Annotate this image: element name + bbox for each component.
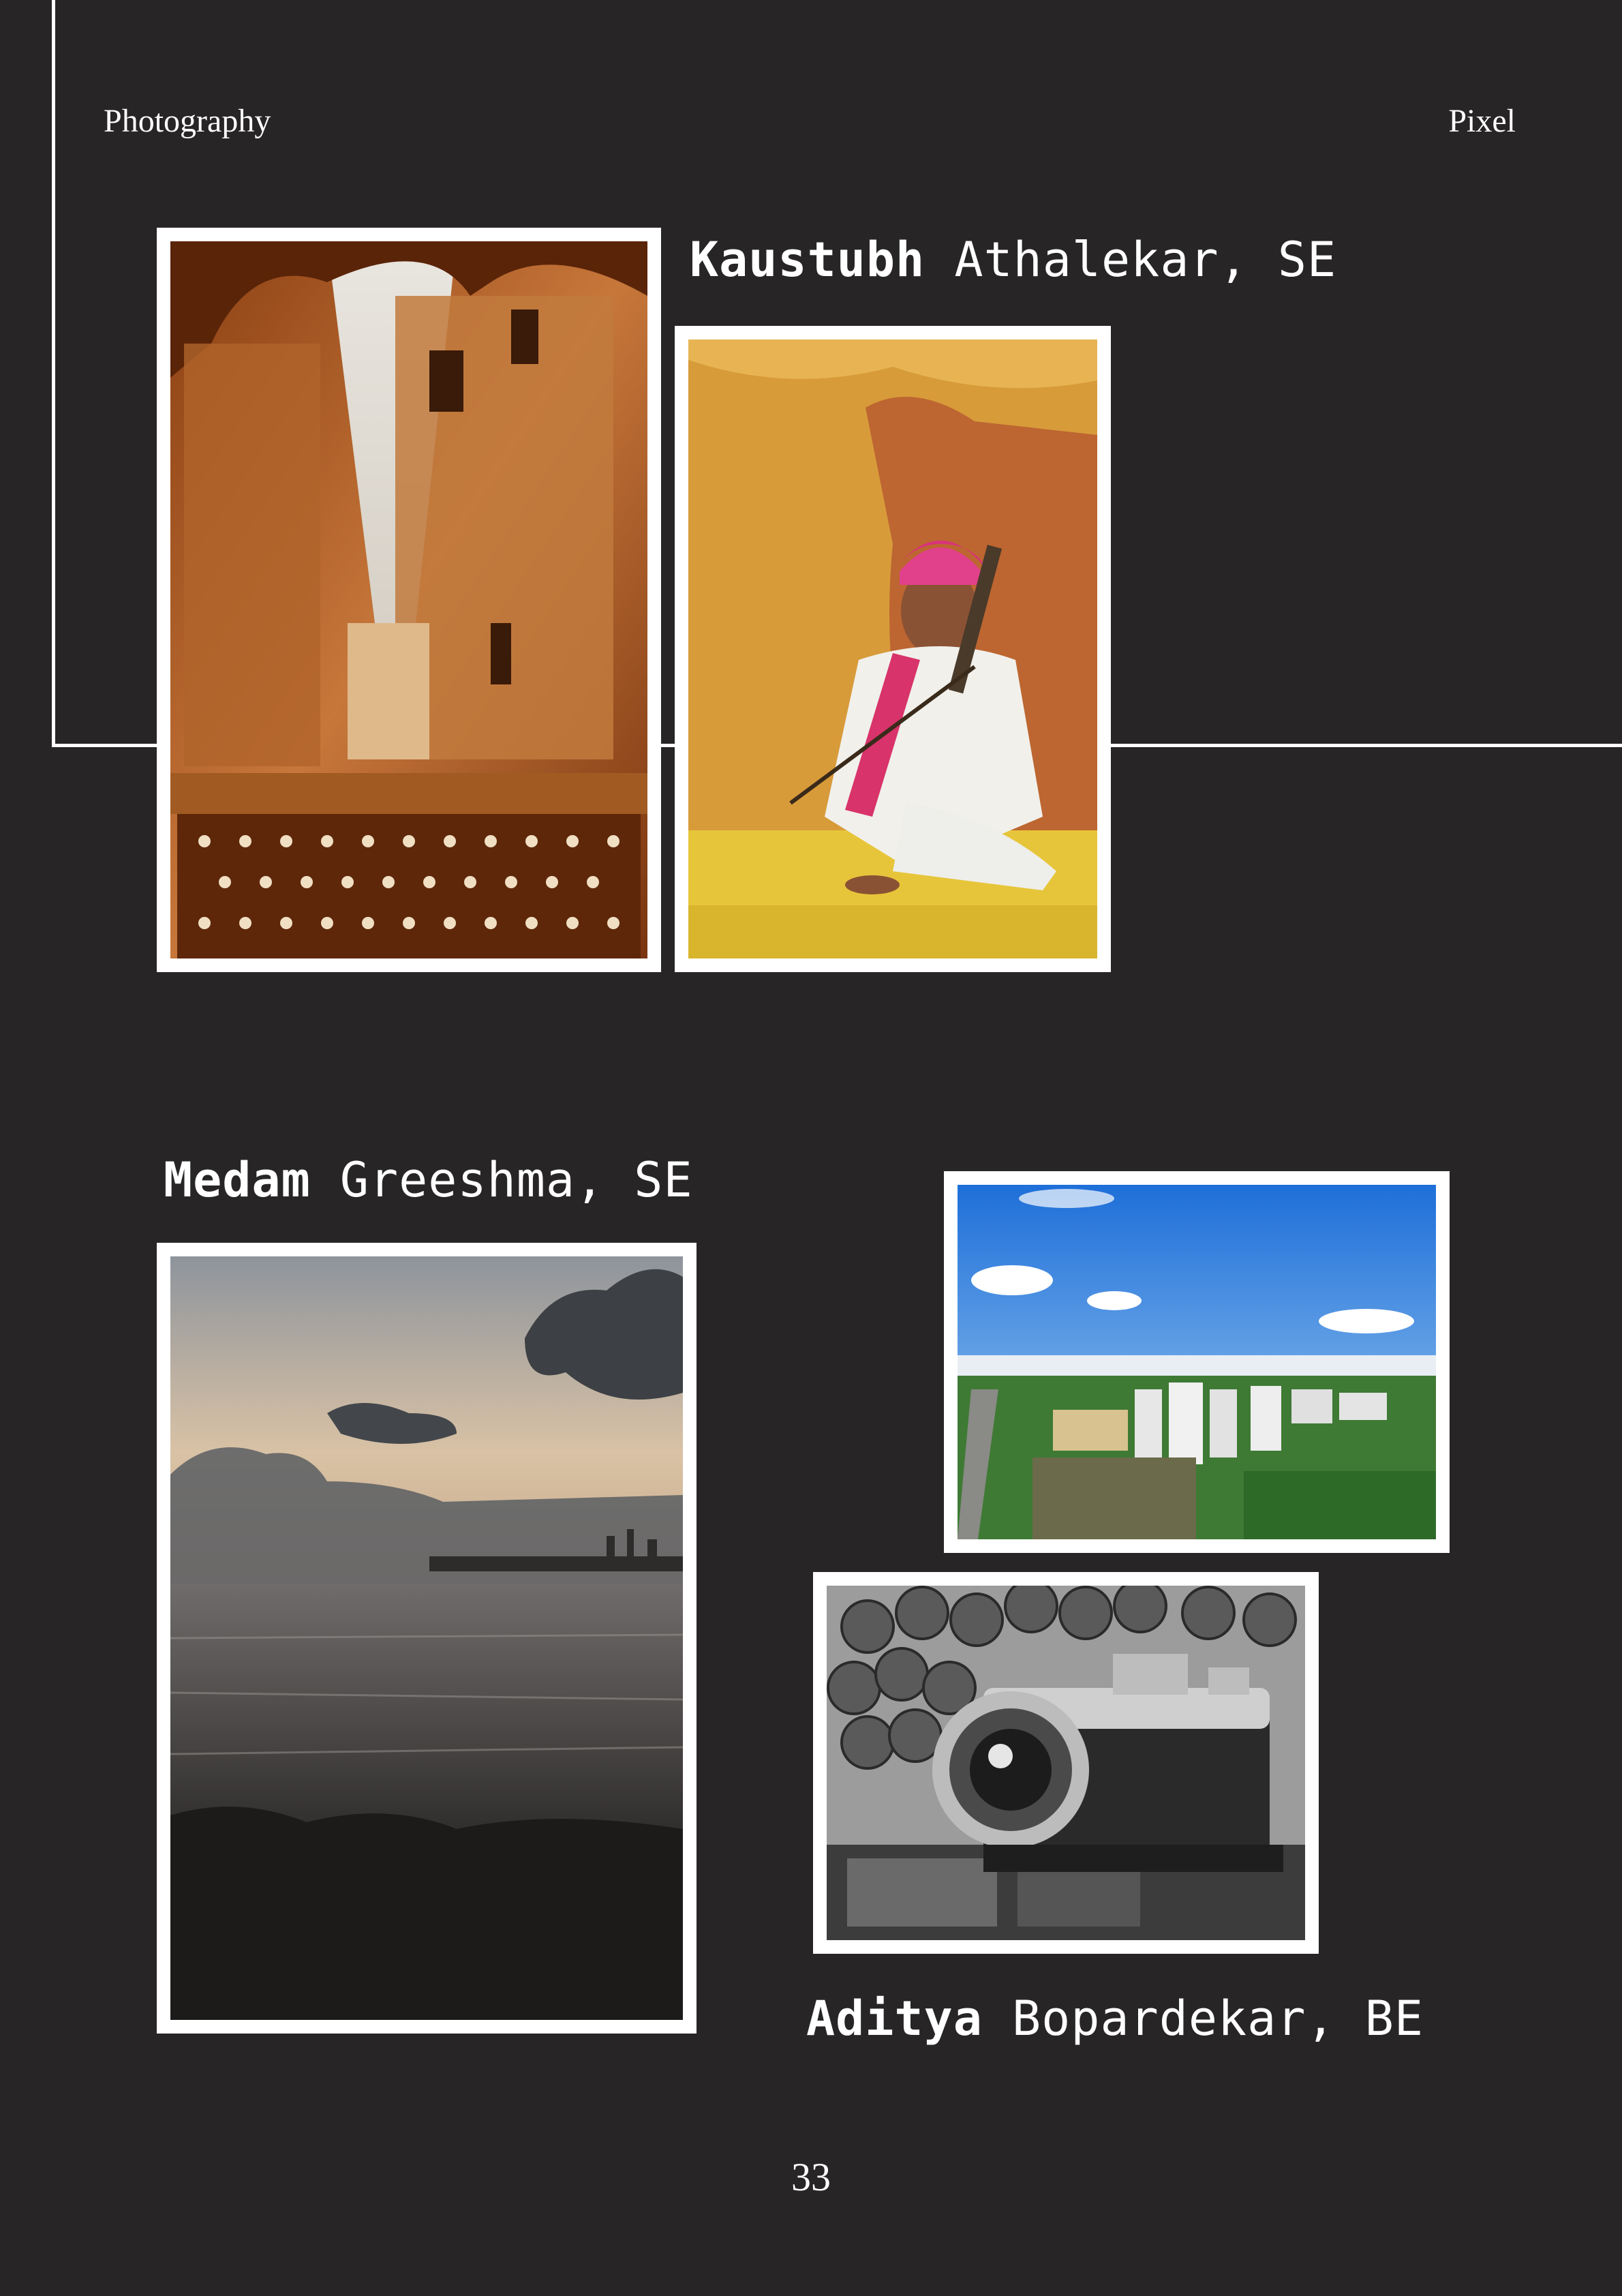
frame-line-bottom-left	[52, 744, 161, 747]
section-title: Photography	[104, 103, 271, 139]
photographer-credit-2: Medam Greeshma, SE	[164, 1152, 693, 1208]
page-number: 33	[791, 2155, 831, 2199]
photo-vintage-camera	[813, 1572, 1319, 1954]
frame-line-bottom-right	[1107, 744, 1622, 747]
photographer-rest-name: Greeshma, SE	[339, 1152, 693, 1208]
photo-aerial-city	[944, 1171, 1450, 1553]
photographer-first-name: Kaustubh	[690, 232, 925, 288]
photographer-rest-name: Athalekar, SE	[954, 232, 1337, 288]
photographer-credit-3: Aditya Bopardekar, BE	[806, 1991, 1424, 2046]
frame-line-left	[52, 0, 55, 747]
photographer-first-name: Medam	[164, 1152, 311, 1208]
photographer-first-name: Aditya	[806, 1991, 983, 2046]
photographer-credit-1: Kaustubh Athalekar, SE	[690, 232, 1336, 288]
photo-haveli-archway	[157, 228, 661, 972]
photo-sea-dusk	[157, 1243, 697, 2034]
magazine-title: Pixel	[1448, 103, 1516, 139]
photographer-rest-name: Bopardekar, BE	[1012, 1991, 1424, 2046]
photo-musician-portrait	[675, 326, 1111, 972]
